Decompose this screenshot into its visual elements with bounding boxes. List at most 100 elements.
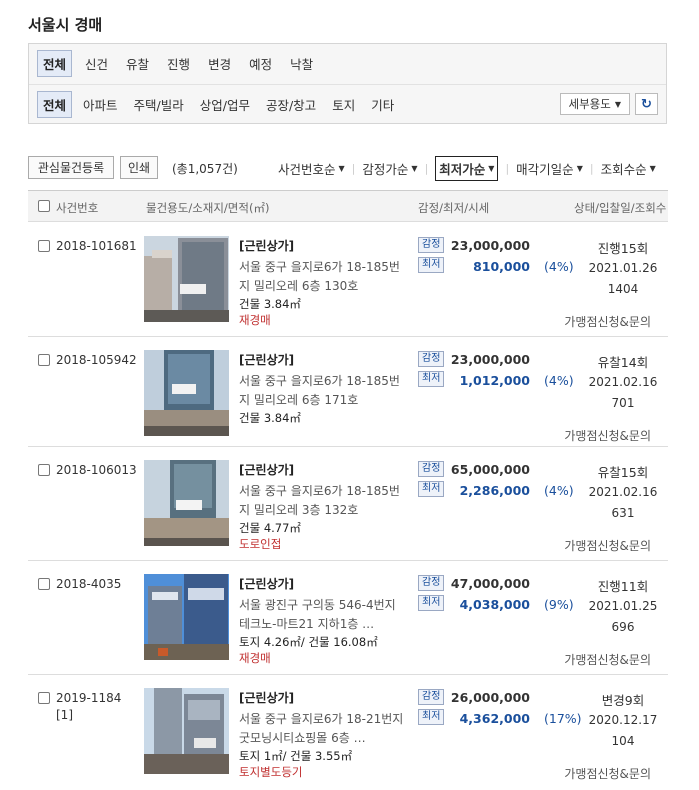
property-note: 도로인접 xyxy=(239,537,282,551)
property-photo[interactable] xyxy=(144,574,229,660)
auction-date: 2021.02.16 xyxy=(588,485,658,499)
caret-down-icon: ▼ xyxy=(488,163,495,173)
franchise-apply-link[interactable]: 가맹점신청&문의 xyxy=(564,765,651,782)
auction-status: 유찰14회 xyxy=(597,355,649,370)
sort-min-price[interactable]: 최저가순 ▼ xyxy=(435,155,499,181)
select-all-checkbox[interactable] xyxy=(38,200,50,212)
auction-date: 2021.01.25 xyxy=(588,599,658,613)
auction-status: 유찰15회 xyxy=(597,465,649,480)
type-tab-commercial[interactable]: 상업/업무 xyxy=(195,92,255,117)
case-number[interactable]: 2018-4035 xyxy=(56,576,121,593)
interest-register-button[interactable]: 관심물건등록 xyxy=(28,156,114,179)
sort-options: 사건번호순 ▼ | 감정가순 ▼ | 최저가순 ▼ | 매각기일순 ▼ | 조회수순 ▼ xyxy=(278,155,656,181)
property-note: 재경매 xyxy=(239,313,271,327)
view-count: 104 xyxy=(611,734,635,748)
divider: | xyxy=(505,161,510,175)
sort-views[interactable]: 조회수순 ▼ xyxy=(601,159,656,178)
type-tab-land[interactable]: 토지 xyxy=(327,92,360,117)
status-tab-new[interactable]: 신건 xyxy=(80,51,113,76)
type-tab-house-villa[interactable]: 주택/빌라 xyxy=(129,92,189,117)
status-tab-ongoing[interactable]: 진행 xyxy=(162,51,195,76)
caret-down-icon: ▼ xyxy=(614,99,621,109)
status-tab-failed[interactable]: 유찰 xyxy=(121,51,154,76)
property-photo[interactable] xyxy=(144,350,229,436)
table-row[interactable]: 2019-1184 [1] [근린상가] 서울 중구 을지로6가 18-21번지… xyxy=(28,675,668,790)
case-number-text: 2018-4035 xyxy=(56,577,122,591)
property-name[interactable]: [근린상가] xyxy=(239,689,294,706)
auction-date: 2021.02.16 xyxy=(588,375,658,389)
sort-label: 사건번호순 xyxy=(278,161,336,177)
row-checkbox[interactable] xyxy=(38,692,50,704)
view-count: 631 xyxy=(611,506,635,520)
type-tab-apartment[interactable]: 아파트 xyxy=(78,92,123,117)
property-name[interactable]: [근린상가] xyxy=(239,461,294,478)
franchise-apply-link[interactable]: 가맹점신청&문의 xyxy=(564,651,651,668)
status-tab-changed[interactable]: 변경 xyxy=(203,51,236,76)
row-checkbox[interactable] xyxy=(38,354,50,366)
print-button[interactable]: 인쇄 xyxy=(120,156,158,179)
divider: | xyxy=(424,161,429,175)
property-area: 토지 4.26㎡/ 건물 16.08㎡ xyxy=(239,635,378,649)
sort-sale-date[interactable]: 매각기일순 ▼ xyxy=(516,159,583,178)
row-checkbox[interactable] xyxy=(38,578,50,590)
property-photo[interactable] xyxy=(144,460,229,546)
auction-status: 변경9회 xyxy=(601,693,645,708)
appraisal-badge: 감정 xyxy=(418,575,445,591)
min-price-percent: (4%) xyxy=(544,259,574,274)
case-number[interactable]: 2018-106013 xyxy=(56,462,137,479)
type-tab-factory[interactable]: 공장/창고 xyxy=(261,92,321,117)
property-note: 토지별도등기 xyxy=(239,765,303,779)
auction-status: 진행11회 xyxy=(597,579,649,594)
property-name[interactable]: [근린상가] xyxy=(239,237,294,254)
sort-case-number[interactable]: 사건번호순 ▼ xyxy=(278,159,345,178)
case-number[interactable]: 2018-105942 xyxy=(56,352,137,369)
view-count: 701 xyxy=(611,396,635,410)
property-photo[interactable] xyxy=(144,688,229,774)
row-checkbox[interactable] xyxy=(38,240,50,252)
appraisal-price: 23,000,000 xyxy=(450,238,530,253)
case-number[interactable]: 2019-1184 [1] xyxy=(56,690,121,724)
min-price-percent: (17%) xyxy=(544,711,582,726)
detail-use-select[interactable]: 세부용도 ▼ xyxy=(559,93,630,115)
property-name[interactable]: [근린상가] xyxy=(239,575,294,592)
appraisal-badge: 감정 xyxy=(418,689,445,705)
min-price-percent: (9%) xyxy=(544,597,574,612)
refresh-button[interactable]: ↻ xyxy=(635,93,658,115)
property-address: 서울 중구 을지로6가 18-21번지 굿모닝시티쇼핑몰 6층 … xyxy=(239,712,404,745)
refresh-icon: ↻ xyxy=(641,96,652,112)
case-number[interactable]: 2018-101681 xyxy=(56,238,137,255)
type-tab-all[interactable]: 전체 xyxy=(37,90,73,118)
table-row[interactable]: 2018-101681 [근린상가] 서울 중구 을지로6가 18-185번지 … xyxy=(28,223,668,337)
appraisal-price: 23,000,000 xyxy=(450,352,530,367)
min-price-badge: 최저 xyxy=(418,595,445,611)
type-tab-other[interactable]: 기타 xyxy=(366,92,399,117)
sort-appraisal[interactable]: 감정가순 ▼ xyxy=(362,159,417,178)
divider: | xyxy=(589,161,594,175)
min-price-percent: (4%) xyxy=(544,373,574,388)
sort-label: 매각기일순 xyxy=(516,161,574,177)
franchise-apply-link[interactable]: 가맹점신청&문의 xyxy=(564,427,651,444)
detail-use-label: 세부용도 xyxy=(568,97,611,111)
franchise-apply-link[interactable]: 가맹점신청&문의 xyxy=(564,313,651,330)
status-tab-scheduled[interactable]: 예정 xyxy=(244,51,277,76)
caret-down-icon: ▼ xyxy=(411,163,418,173)
caret-down-icon: ▼ xyxy=(338,163,345,173)
case-number-text: 2018-101681 xyxy=(56,239,137,253)
appraisal-badge: 감정 xyxy=(418,237,445,253)
list-toolbar: 관심물건등록 인쇄 (총1,057건) 사건번호순 ▼ | 감정가순 ▼ | 최저가… xyxy=(28,155,668,181)
table-row[interactable]: 2018-106013 [근린상가] 서울 중구 을지로6가 18-185번지 … xyxy=(28,447,668,561)
franchise-apply-link[interactable]: 가맹점신청&문의 xyxy=(564,537,651,554)
min-price: 1,012,000 xyxy=(459,373,530,388)
row-checkbox[interactable] xyxy=(38,464,50,476)
sort-label: 감정가순 xyxy=(362,161,409,177)
min-price: 4,362,000 xyxy=(459,711,530,726)
appraisal-badge: 감정 xyxy=(418,351,445,367)
status-tab-all[interactable]: 전체 xyxy=(37,49,73,77)
status-tab-sold[interactable]: 낙찰 xyxy=(285,51,318,76)
sort-label: 조회수순 xyxy=(600,161,647,177)
caret-down-icon: ▼ xyxy=(649,163,656,173)
table-row[interactable]: 2018-4035 [근린상가] 서울 광진구 구의동 546-4번지 테크노-… xyxy=(28,561,668,675)
property-photo[interactable] xyxy=(144,236,229,322)
table-row[interactable]: 2018-105942 [근린상가] 서울 중구 을지로6가 18-185번지 … xyxy=(28,337,668,447)
property-name[interactable]: [근린상가] xyxy=(239,351,294,368)
